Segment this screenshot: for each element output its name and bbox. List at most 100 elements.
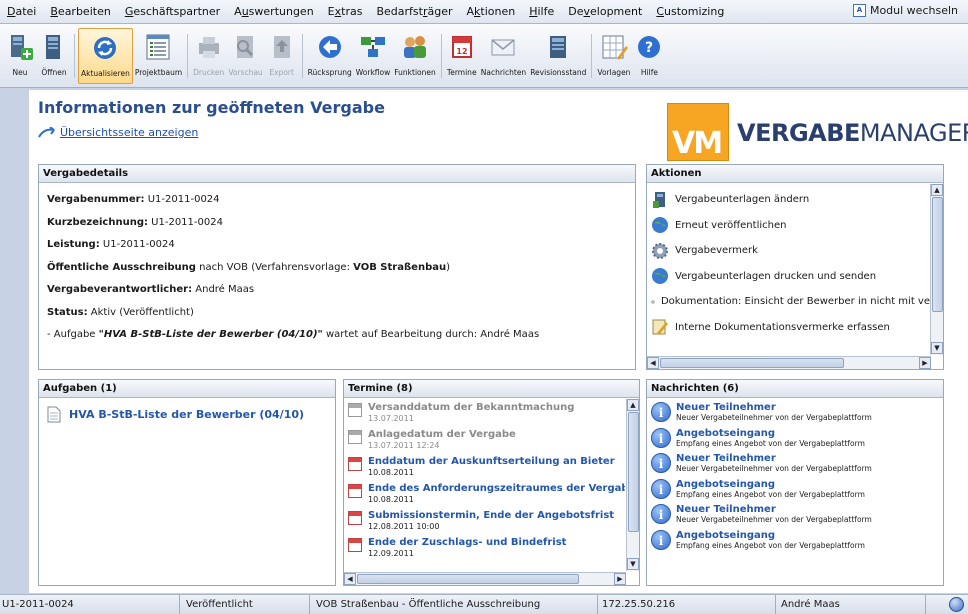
termin-item[interactable]: Versanddatum der Bekanntmachung 13.07.201…: [344, 400, 625, 427]
termin-item[interactable]: Ende des Anforderungszeitraumes der Verg…: [344, 481, 625, 508]
scroll-right-arrow[interactable]: ▶: [919, 357, 931, 369]
toolbar-button-export[interactable]: Export: [265, 28, 299, 84]
toolbar-button-vorschau[interactable]: Vorschau: [226, 28, 264, 84]
termine-list: Versanddatum der Bekanntmachung 13.07.201…: [344, 400, 625, 571]
detail-leistung: Leistung: U1-2011-0024: [47, 239, 175, 250]
scroll-left-arrow[interactable]: ◀: [647, 357, 659, 369]
scroll-left-arrow[interactable]: ◀: [344, 573, 356, 585]
action-vergabeunterlagen-aendern[interactable]: Vergabeunterlagen ändern: [647, 187, 930, 213]
workflow-icon: [361, 37, 386, 57]
scroll-thumb[interactable]: [357, 574, 579, 584]
toolbar-button-aktualisieren[interactable]: Aktualisieren: [78, 28, 133, 84]
modul-wechseln-button[interactable]: A Modul wechseln: [852, 4, 958, 17]
menu-item-development[interactable]: Development: [561, 5, 649, 18]
action-label: Vergabeunterlagen drucken und senden: [675, 270, 877, 282]
toolbar-button-revisionsstand[interactable]: Revisionsstand: [528, 28, 588, 84]
aufgaben-header: Aufgaben (1): [39, 380, 335, 398]
toolbar-separator: [591, 34, 593, 78]
toolbar-button-ruecksprung[interactable]: Rücksprung: [306, 28, 354, 84]
scroll-down-arrow[interactable]: ▼: [627, 558, 639, 570]
main-content: Informationen zur geöffneten Vergabe Übe…: [29, 90, 968, 593]
task-item[interactable]: HVA B-StB-Liste der Bewerber (04/10): [39, 398, 335, 431]
menu-item-extras[interactable]: Extras: [321, 5, 370, 18]
menu-item-bearbeiten[interactable]: Bearbeiten: [43, 5, 117, 18]
calendar-icon: [348, 484, 362, 498]
info-icon: i: [651, 453, 671, 473]
message-item[interactable]: i Angebotseingang Empfang eines Angebot vo…: [647, 427, 943, 453]
action-erneut-veroeffentlichen[interactable]: Erneut veröffentlichen: [647, 213, 930, 239]
detail-verantwortlich: Vergabeverantwortlicher: André Maas: [47, 284, 255, 295]
document-icon: [47, 406, 61, 423]
info-icon: i: [651, 427, 671, 448]
menu-item-customizing[interactable]: Customizing: [649, 5, 731, 18]
toolbar-button-workflow[interactable]: Workflow: [354, 28, 392, 84]
scroll-up-arrow[interactable]: ▲: [931, 184, 943, 196]
toolbar-button-vorlagen[interactable]: Vorlagen: [595, 28, 632, 84]
action-drucken-senden[interactable]: Vergabeunterlagen drucken und senden: [647, 264, 930, 290]
scroll-up-arrow[interactable]: ▲: [627, 399, 639, 411]
toolbar-separator: [301, 34, 303, 78]
vergabedetails-header: Vergabedetails: [39, 165, 635, 183]
toolbar-label-projektbaum: Projektbaum: [134, 68, 183, 77]
vergabemanager-logo: VM VERGABEMANAGER: [667, 95, 968, 163]
module-switch-icon: A: [852, 4, 866, 17]
toolbar-button-hilfe[interactable]: ? Hilfe: [632, 28, 666, 84]
menu-item-datei[interactable]: Datei: [0, 5, 43, 18]
toolbar-label-oeffnen: Öffnen: [41, 68, 67, 77]
project-tree-icon: [146, 34, 170, 60]
termin-item[interactable]: Ende der Zuschlags- und Bindefrist 12.09.…: [344, 535, 625, 562]
message-item[interactable]: i Neuer Teilnehmer Neuer Vergabeteilnehmer…: [647, 503, 943, 529]
toolbar-button-neu[interactable]: Neu: [3, 28, 37, 84]
aktionen-hscrollbar[interactable]: ◀ ▶: [647, 356, 931, 369]
calendar-icon: [348, 538, 362, 552]
scroll-right-arrow[interactable]: ▶: [614, 573, 626, 585]
messages-icon: [491, 39, 515, 56]
scroll-thumb[interactable]: [660, 358, 844, 368]
info-icon: i: [651, 529, 671, 550]
termin-item[interactable]: Anlagedatum der Vergabe 13.07.2011 12:24: [344, 427, 625, 454]
action-vergabevermerk[interactable]: Vergabevermerk: [647, 238, 930, 264]
scroll-down-arrow[interactable]: ▼: [931, 342, 943, 354]
message-text: Empfang eines Angebot von der Vergabepla…: [676, 540, 865, 550]
help-icon: ?: [638, 36, 661, 58]
menu-item-bedarfstraeger[interactable]: Bedarfsträger: [369, 5, 459, 18]
aktionen-vscrollbar[interactable]: ▲ ▼: [930, 184, 943, 355]
message-item[interactable]: i Neuer Teilnehmer Neuer Vergabeteilnehmer…: [647, 452, 943, 478]
termine-hscrollbar[interactable]: ◀ ▶: [344, 572, 626, 585]
message-title: Angebotseingang: [676, 427, 776, 439]
scroll-thumb[interactable]: [628, 412, 639, 532]
toolbar-button-projektbaum[interactable]: Projektbaum: [133, 28, 184, 84]
message-item[interactable]: i Angebotseingang Empfang eines Angebot vo…: [647, 529, 943, 555]
menu-item-auswertungen[interactable]: Auswertungen: [227, 5, 321, 18]
menu-item-geschaeftspartner[interactable]: Geschäftspartner: [118, 5, 227, 18]
toolbar-button-oeffnen[interactable]: Öffnen: [37, 28, 71, 84]
action-interne-dokumentation[interactable]: Interne Dokumentationsvermerke erfassen: [647, 315, 930, 341]
termin-item[interactable]: Submissionstermin, Ende der Angebotsfris…: [344, 508, 625, 535]
message-item[interactable]: i Angebotseingang Empfang eines Angebot vo…: [647, 478, 943, 504]
toolbar-button-funktionen[interactable]: Funktionen: [392, 28, 438, 84]
message-item[interactable]: i Neuer Teilnehmer Neuer Vergabeteilnehmer…: [647, 401, 943, 427]
overview-link[interactable]: Übersichtsseite anzeigen: [38, 126, 198, 139]
termine-header: Termine (8): [344, 380, 639, 398]
menu-bar: Datei Bearbeiten Geschäftspartner Auswer…: [0, 0, 968, 24]
menu-item-hilfe[interactable]: Hilfe: [522, 5, 561, 18]
menu-item-aktionen[interactable]: Aktionen: [459, 5, 522, 18]
message-text: Neuer Vergabeteilnehmer von der Vergabep…: [676, 464, 872, 473]
action-label: Dokumentation: Einsicht der Bewerber in …: [660, 296, 930, 308]
svg-text:?: ?: [645, 40, 653, 56]
termin-item[interactable]: Enddatum der Auskunftserteilung an Biete…: [344, 454, 625, 481]
toolbar-button-nachrichten[interactable]: Nachrichten: [479, 28, 528, 84]
globe-icon: [652, 217, 668, 234]
status-bar: U1-2011-0024 Veröffentlicht VOB Straßenb…: [0, 594, 968, 614]
detail-kurzbezeichnung: Kurzbezeichnung: U1-2011-0024: [47, 216, 223, 228]
message-text: Neuer Vergabeteilnehmer von der Vergabep…: [676, 515, 872, 524]
scroll-thumb[interactable]: [932, 197, 943, 312]
aufgaben-panel: Aufgaben (1) HVA B-StB-Liste der Bewerbe…: [38, 379, 336, 586]
toolbar-button-drucken[interactable]: Drucken: [191, 28, 226, 84]
message-title: Angebotseingang: [676, 529, 776, 541]
toolbar-label-vorschau: Vorschau: [228, 68, 263, 77]
action-dokumentation-einsicht[interactable]: Dokumentation: Einsicht der Bewerber in …: [647, 289, 930, 315]
toolbar-button-termine[interactable]: 12 Termine: [445, 28, 479, 84]
modul-wechseln-label: Modul wechseln: [869, 4, 958, 17]
termine-vscrollbar[interactable]: ▲ ▼: [626, 399, 639, 571]
